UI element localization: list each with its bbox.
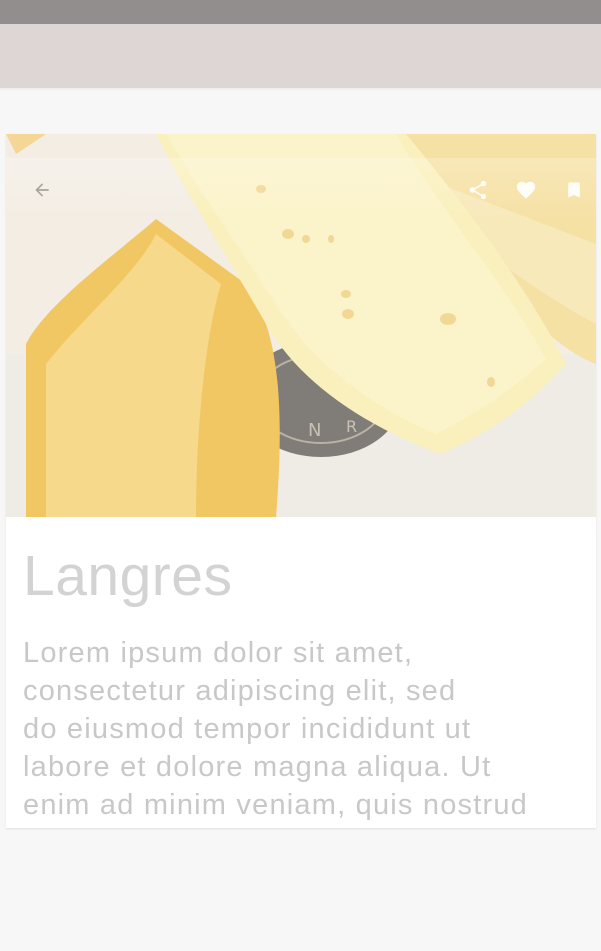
detail-card: N R Langres Lorem ipsum dolor sit amet, … (6, 134, 596, 828)
description-line: Lorem ipsum dolor sit amet, (23, 637, 414, 669)
hero-image: N R (6, 134, 596, 517)
arrow-back-icon (35, 183, 49, 197)
image-toolbar (6, 158, 596, 222)
status-bar (0, 0, 601, 24)
description-line: labore et dolore magna aliqua. Ut (23, 751, 492, 783)
svg-text:R: R (346, 417, 357, 436)
share-icon (469, 180, 487, 200)
description-line: consectetur adipiscing elit, sed (23, 675, 457, 707)
share-button[interactable] (454, 166, 502, 214)
back-button[interactable] (18, 166, 66, 214)
bookmark-icon (568, 182, 580, 198)
favorite-icon (516, 181, 536, 199)
cheese-title: Langres (23, 544, 233, 608)
cheese-description: Lorem ipsum dolor sit amet, consectetur … (23, 634, 583, 824)
description-line: enim ad minim veniam, quis nostrud (23, 789, 528, 821)
app-bar-shadow (0, 88, 601, 91)
app-bar (0, 24, 601, 88)
svg-text:N: N (308, 420, 321, 441)
description-line: do eiusmod tempor incididunt ut (23, 713, 472, 745)
favorite-button[interactable] (502, 166, 550, 214)
bookmark-button[interactable] (550, 166, 596, 214)
